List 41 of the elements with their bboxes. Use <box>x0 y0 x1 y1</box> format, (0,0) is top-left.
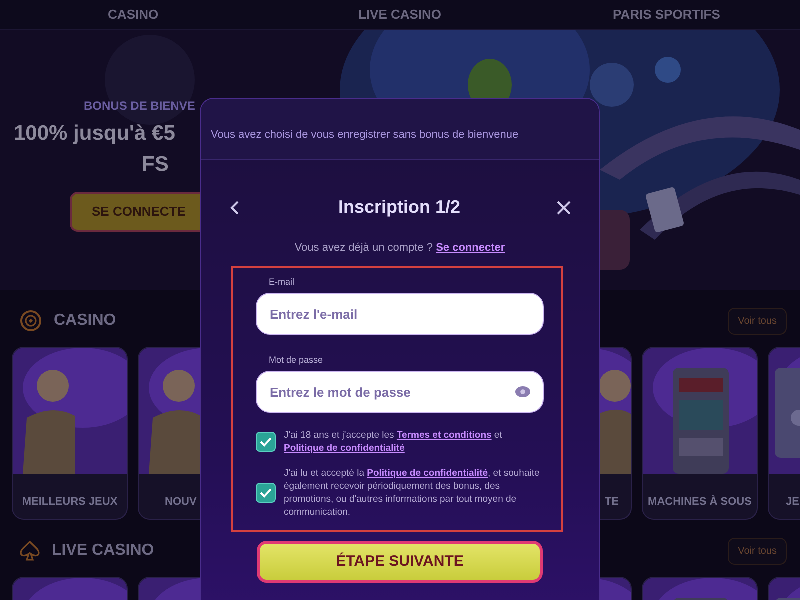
section-title: CASINO <box>54 311 116 331</box>
card-label: MEILLEURS JEUX <box>22 496 118 508</box>
section-title: LIVE CASINO <box>52 541 154 561</box>
nav-link[interactable]: PARIS SPORTIFS <box>612 7 720 22</box>
password-field[interactable]: Entrez le mot de passe <box>256 371 544 413</box>
field-label: E-mail <box>269 276 295 289</box>
card-label: MACHINES À SOUS <box>648 496 752 508</box>
next-step-button[interactable]: ÉTAPE SUIVANTE <box>257 541 543 583</box>
dialog-title: Inscription 1/2 <box>338 196 461 219</box>
game-card[interactable]: JE <box>768 347 800 520</box>
game-card[interactable]: MEILLEURS JEUX <box>12 347 128 520</box>
policy-link[interactable]: Politique de confidentialité <box>367 468 488 479</box>
checkbox[interactable] <box>256 432 276 452</box>
notice-text: Vous avez choisi de vous enregistrer sans bonus de bienvenue <box>211 129 519 141</box>
policy-link[interactable]: Termes et conditions <box>396 430 492 441</box>
view-all-button[interactable]: Voir tous <box>728 308 787 334</box>
field-label: Mot de passe <box>269 354 324 367</box>
view-all-button[interactable]: Voir tous <box>728 538 787 564</box>
game-card[interactable]: MACHINES À SOUS <box>642 347 758 520</box>
login-link[interactable]: Se connecter <box>436 242 506 254</box>
check-icon <box>260 437 272 447</box>
close-button[interactable] <box>555 198 573 216</box>
chip-icon <box>20 310 42 332</box>
nav-link[interactable]: LIVE CASINO <box>358 7 442 22</box>
card-label: NOUV <box>165 496 197 508</box>
check-icon <box>260 488 272 498</box>
login-prompt: Vous avez déjà un compte ? Se connecter <box>294 242 506 254</box>
card-label: TE <box>604 496 619 508</box>
checkbox[interactable] <box>256 483 276 503</box>
email-field[interactable]: Entrez l'e-mail <box>256 293 544 335</box>
eye-icon[interactable] <box>515 386 531 398</box>
promo-headline: FS <box>142 152 169 178</box>
login-button[interactable]: SE CONNECTE <box>70 192 200 232</box>
consent-text: J'ai lu et accepté la Politique de confidentialité, et souhaite également recevoir périodiquement des bonus, des promotions, ou d'autres informations par tout moyen de communication. <box>284 467 541 519</box>
card-label: JE <box>786 496 800 508</box>
promo-headline: 100% jusqu'à €5 <box>14 121 176 147</box>
consent-text: J'ai 18 ans et j'accepte les Termes et conditions et Politique de confidentialité <box>284 429 504 455</box>
policy-link[interactable]: Politique de confidentialité <box>284 443 405 454</box>
nav-link[interactable]: CASINO <box>108 7 159 22</box>
promo-eyebrow: BONUS DE BIENVE <box>84 98 196 115</box>
spade-icon <box>20 540 40 562</box>
